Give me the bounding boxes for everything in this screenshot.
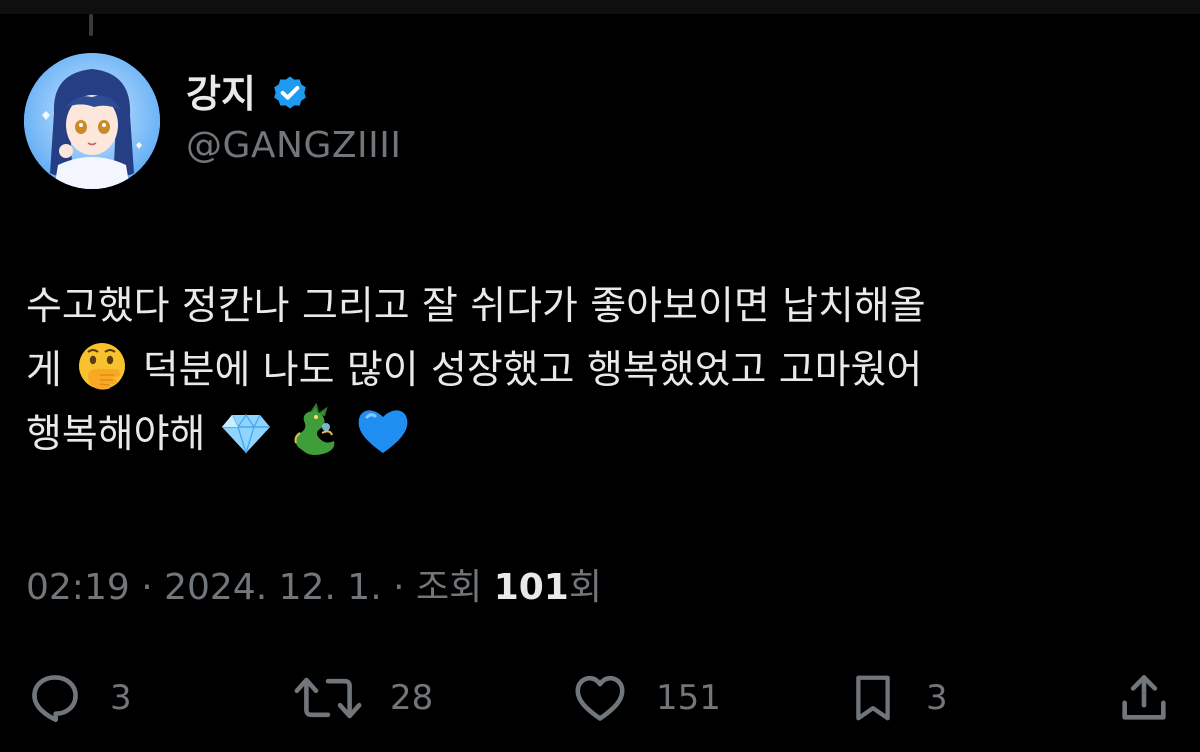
views-count: 101 (493, 567, 569, 608)
reply-count: 3 (110, 678, 132, 718)
author-name-row[interactable]: 강지 (186, 66, 310, 122)
bookmark-icon (856, 675, 890, 721)
tweet-line-2-text-start: 게 (26, 348, 62, 393)
meta-separator-2: · (381, 567, 416, 608)
reply-button[interactable]: 3 (26, 668, 132, 728)
verified-badge-icon (274, 76, 306, 109)
reply-icon (32, 675, 78, 723)
dragon-icon (286, 403, 342, 459)
tweet-line-2: 게 덕분에 나도 많이 성장했고 행복했었고 고마웠어 (26, 339, 1176, 403)
like-count: 151 (656, 678, 721, 718)
tweet-line-1-text: 수고했다 정칸나 그리고 잘 쉬다가 좋아보이면 납치해올 (26, 284, 926, 329)
tweet-line-3: 행복해야해 (26, 403, 1176, 467)
tweet-line-2-text-end: 덕분에 나도 많이 성장했고 행복했었고 고마웠어 (130, 348, 923, 393)
thread-connector-line (89, 14, 93, 36)
heart-icon (575, 675, 625, 721)
tweet-text: 수고했다 정칸나 그리고 잘 쉬다가 좋아보이면 납치해올 게 덕분에 나도 많… (26, 275, 1176, 467)
tweet-line-3-text: 행복해야해 (26, 412, 206, 457)
action-bar: 3 28 151 3 (0, 668, 1200, 728)
face-with-hand-over-mouth-icon (74, 339, 130, 395)
share-icon (1122, 675, 1166, 720)
meta-separator: · (129, 567, 165, 608)
bookmark-button[interactable]: 3 (846, 668, 948, 728)
author-handle[interactable]: @GANGZIIII (186, 128, 401, 164)
tweet-line-1: 수고했다 정칸나 그리고 잘 쉬다가 좋아보이면 납치해올 (26, 275, 1176, 339)
retweet-icon (294, 677, 362, 719)
retweet-count: 28 (390, 678, 434, 718)
display-name[interactable]: 강지 (186, 75, 256, 113)
like-button[interactable]: 151 (570, 668, 721, 728)
anime-girl-avatar-icon (24, 53, 160, 189)
bookmark-count: 3 (926, 678, 948, 718)
tweet-meta: 02:19 · 2024. 12. 1. · 조회 101회 (26, 566, 602, 610)
blue-heart-icon (355, 403, 411, 459)
share-button[interactable] (1114, 668, 1174, 728)
avatar[interactable] (24, 53, 160, 189)
top-status-strip (0, 0, 1200, 14)
views-suffix: 회 (568, 567, 602, 608)
tweet-date[interactable]: 2024. 12. 1. (164, 567, 382, 608)
gem-stone-icon (218, 403, 274, 459)
retweet-button[interactable]: 28 (292, 668, 433, 728)
tweet-time[interactable]: 02:19 (26, 567, 130, 608)
views-label: 조회 (415, 567, 483, 608)
